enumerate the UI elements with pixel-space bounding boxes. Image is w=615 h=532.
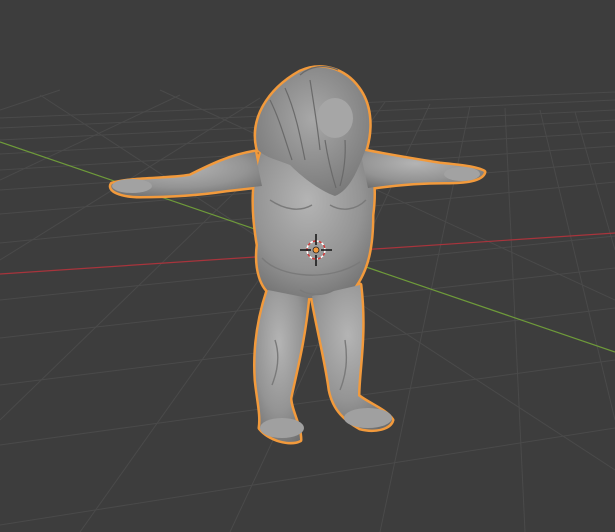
3d-viewport[interactable]: [0, 0, 615, 532]
viewport-canvas[interactable]: [0, 0, 615, 532]
